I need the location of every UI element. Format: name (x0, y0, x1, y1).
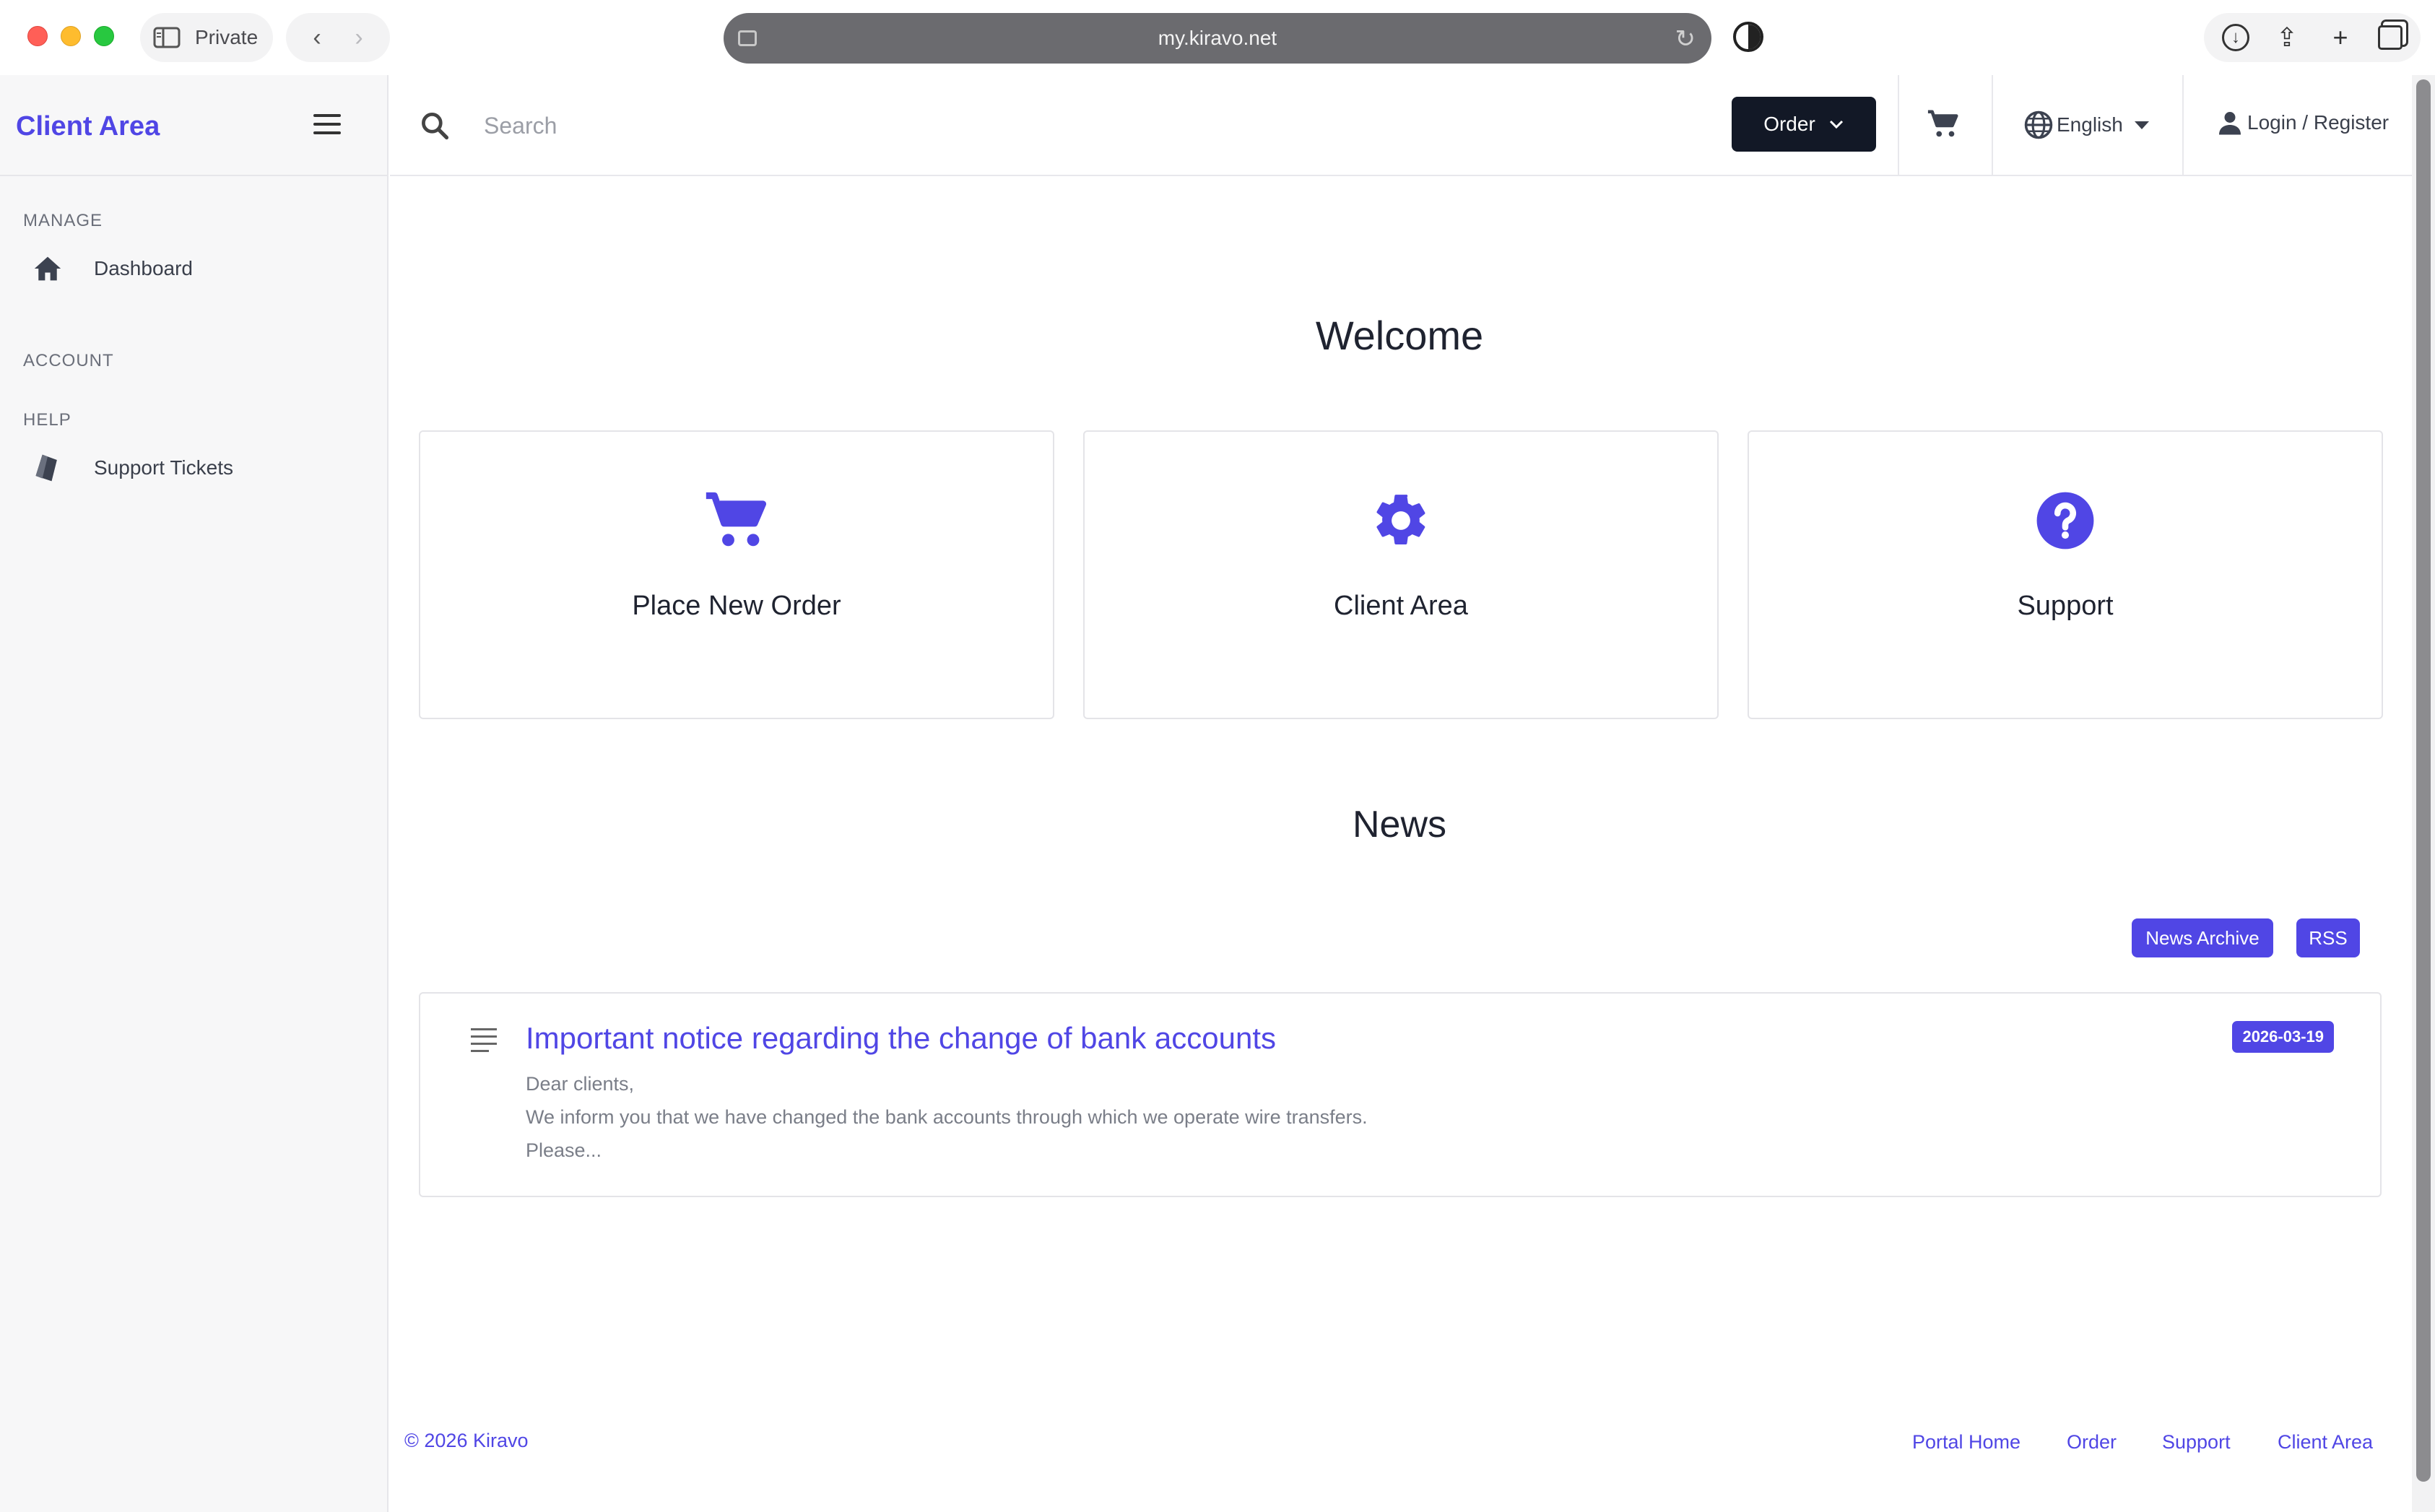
card-title: Place New Order (632, 591, 841, 621)
address-bar[interactable]: my.kiravo.net ↻ (724, 13, 1711, 64)
divider (1992, 75, 1993, 176)
news-date-badge: 2026-03-19 (2232, 1021, 2334, 1053)
downloads-icon[interactable]: ↓ (2222, 24, 2249, 51)
cart-icon[interactable] (1927, 108, 1960, 140)
new-tab-icon[interactable]: + (2325, 25, 2356, 51)
minimize-window-button[interactable] (61, 26, 81, 46)
footer-link-order[interactable]: Order (2067, 1431, 2117, 1454)
order-label: Order (1763, 113, 1815, 135)
cart-icon (706, 492, 767, 547)
section-label-manage: MANAGE (23, 211, 103, 230)
rss-button[interactable]: RSS (2296, 918, 2360, 957)
menu-icon[interactable] (313, 114, 341, 140)
privacy-shield-icon[interactable] (1733, 22, 1763, 52)
sidebar-icon (153, 27, 181, 48)
home-icon (34, 256, 61, 281)
place-new-order-card[interactable]: Place New Order (419, 430, 1054, 719)
caret-down-icon (2134, 121, 2149, 129)
history-nav: ‹ › (286, 13, 390, 62)
sidebar-toggle-button[interactable]: Private (140, 13, 273, 62)
search-icon[interactable] (419, 110, 451, 142)
support-card[interactable]: Support (1748, 430, 2383, 719)
divider (1898, 75, 1899, 176)
sidebar-item-label: Dashboard (94, 257, 193, 279)
order-dropdown-button[interactable]: Order (1732, 97, 1876, 152)
brand-title[interactable]: Client Area (16, 111, 160, 142)
chevron-down-icon (1829, 120, 1843, 129)
private-label: Private (195, 26, 259, 48)
news-title-link[interactable]: Important notice regarding the change of… (526, 1021, 1276, 1056)
copyright: © 2026 Kiravo (404, 1430, 529, 1451)
reload-icon[interactable]: ↻ (1675, 25, 1696, 53)
search-input[interactable] (484, 105, 1495, 146)
divider (2182, 75, 2184, 176)
section-label-help: HELP (23, 410, 71, 430)
close-window-button[interactable] (27, 26, 48, 46)
client-area-card[interactable]: Client Area (1083, 430, 1719, 719)
maximize-window-button[interactable] (94, 26, 114, 46)
url-text: my.kiravo.net (1158, 27, 1277, 49)
sidebar-header: Client Area (0, 75, 387, 176)
article-icon (471, 1028, 497, 1057)
news-excerpt-line: We inform you that we have changed the b… (526, 1106, 1368, 1128)
share-icon[interactable]: ⇪ (2271, 25, 2303, 51)
tab-overview-icon[interactable] (2378, 25, 2403, 50)
scrollbar-thumb[interactable] (2416, 79, 2431, 1482)
top-bar: Order English Login / Register (390, 75, 2412, 176)
browser-toolbar: Private ‹ › my.kiravo.net ↻ ↓ ⇪ + (0, 0, 2435, 75)
news-heading: News (1352, 804, 1447, 846)
ticket-icon (35, 454, 57, 482)
footer-link-client-area[interactable]: Client Area (2278, 1431, 2373, 1454)
news-item: Important notice regarding the change of… (419, 992, 2382, 1197)
site-settings-icon[interactable] (738, 30, 757, 46)
footer-link-portal-home[interactable]: Portal Home (1912, 1431, 2021, 1454)
question-icon (2036, 492, 2094, 549)
news-excerpt-line: Dear clients, (526, 1073, 635, 1095)
browser-actions: ↓ ⇪ + (2204, 13, 2421, 62)
news-excerpt-line: Please... (526, 1139, 602, 1161)
language-selector[interactable]: English (2023, 110, 2149, 140)
card-title: Support (2017, 591, 2114, 621)
sidebar-item-dashboard[interactable]: Dashboard (32, 254, 193, 283)
page-title: Welcome (1315, 313, 1484, 358)
language-label: English (2057, 113, 2123, 136)
user-icon (2219, 112, 2241, 135)
forward-icon[interactable]: › (355, 25, 363, 50)
sidebar: Client Area MANAGE Dashboard ACCOUNT HEL… (0, 75, 389, 1512)
gear-icon (1376, 495, 1425, 544)
login-label: Login / Register (2247, 111, 2390, 134)
news-archive-button[interactable]: News Archive (2132, 918, 2273, 957)
card-title: Client Area (1334, 591, 1468, 621)
globe-icon (2024, 110, 2053, 139)
sidebar-item-support-tickets[interactable]: Support Tickets (32, 452, 233, 484)
footer-link-support[interactable]: Support (2162, 1431, 2231, 1454)
login-register-link[interactable]: Login / Register (2217, 110, 2389, 136)
sidebar-item-label: Support Tickets (94, 456, 233, 479)
back-icon[interactable]: ‹ (313, 25, 321, 50)
section-label-account: ACCOUNT (23, 351, 114, 370)
